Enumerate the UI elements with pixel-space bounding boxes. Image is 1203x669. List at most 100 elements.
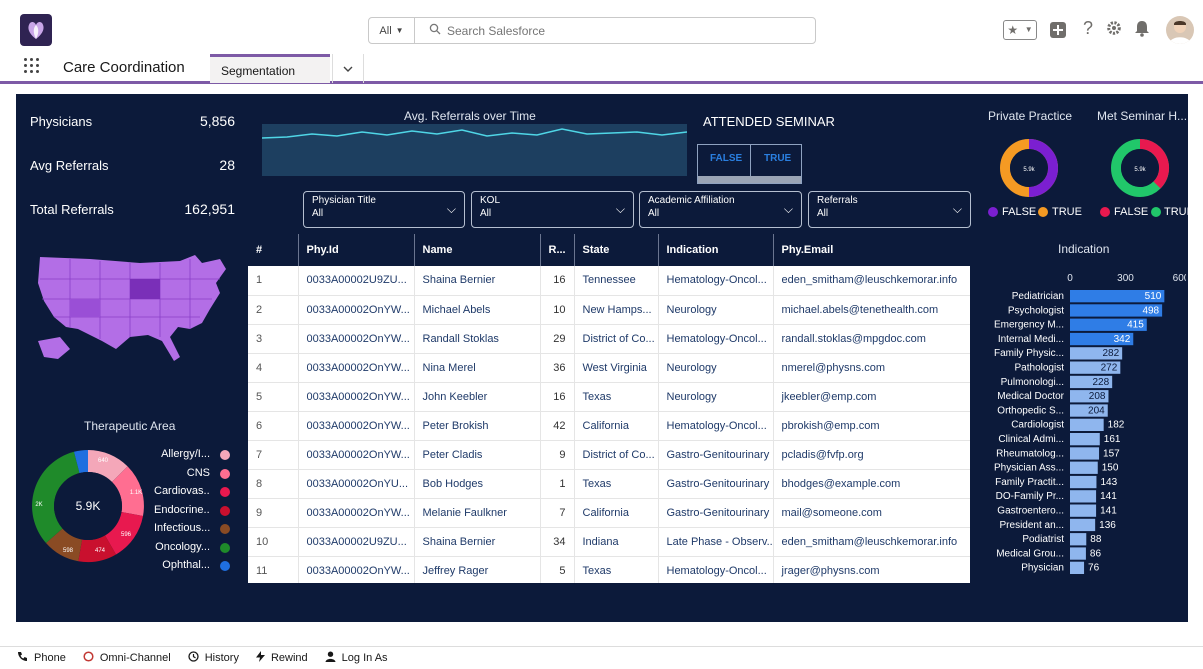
table-row[interactable]: 2 0033A00002OnYW... Michael Abels 10 New Ham… — [248, 295, 970, 325]
table-cell: New Hamps... — [574, 295, 659, 325]
bar[interactable] — [1070, 461, 1098, 474]
attended-seminar-title: ATTENDED SEMINAR — [703, 114, 835, 129]
table-cell: 0033A00002U9ZU... — [298, 527, 415, 557]
kpi-total-referrals-label: Total Referrals — [30, 202, 114, 217]
table-row[interactable]: 1 0033A00002U9ZU... Shaina Bernier 16 Tennes… — [248, 266, 970, 296]
avg-referrals-sparkline[interactable] — [261, 124, 688, 176]
app-logo[interactable] — [20, 14, 52, 46]
table-row[interactable]: 3 0033A00002OnYW... Randall Stoklas 29 Distr… — [248, 324, 970, 354]
seminar-false-option[interactable]: FALSE — [710, 153, 742, 164]
table-row[interactable]: 9 0033A00002OnYW... Melanie Faulkner 7 Calif… — [248, 498, 970, 528]
search-scope-dropdown[interactable]: All ▼ — [369, 18, 415, 43]
column-header[interactable]: State — [574, 234, 659, 266]
donut-center-value: 5.9K — [76, 499, 101, 513]
table-header-row: # Phy.Id Name R... State Indication Phy.Email — [248, 234, 970, 266]
column-header[interactable]: Phy.Id — [298, 234, 415, 266]
category-label: Pediatrician — [1012, 291, 1064, 302]
filter-kol[interactable]: KOL All ⌵ — [471, 191, 634, 228]
bar[interactable] — [1070, 533, 1087, 546]
table-row[interactable]: 8 0033A00002OnYU... Bob Hodges 1 Texas Gastro… — [248, 469, 970, 499]
bar-value-label: 136 — [1099, 520, 1116, 531]
help-icon[interactable]: ? — [1083, 19, 1093, 37]
table-row[interactable]: 11 0033A00002OnYW... Jeffrey Rager 5 Texas He… — [248, 556, 970, 583]
favorites-button[interactable]: ★ ▼ — [1003, 20, 1037, 40]
bar[interactable] — [1070, 433, 1100, 446]
bar[interactable] — [1070, 561, 1085, 574]
table-cell: 42 — [540, 411, 575, 441]
bar[interactable] — [1070, 490, 1097, 503]
table-cell: 36 — [540, 353, 575, 383]
table-row[interactable]: 7 0033A00002OnYW... Peter Cladis 9 District … — [248, 440, 970, 470]
column-header[interactable]: Name — [414, 234, 541, 266]
bar-value-label: 150 — [1102, 463, 1119, 474]
table-row[interactable]: 5 0033A00002OnYW... John Keebler 16 Texas Neu… — [248, 382, 970, 412]
category-label: Physician Ass... — [994, 463, 1064, 474]
met-seminar-donut[interactable]: 5.9k — [1110, 138, 1170, 198]
omni-channel-status-icon — [83, 651, 94, 665]
table-cell: 9 — [248, 498, 299, 528]
column-header[interactable]: Indication — [658, 234, 774, 266]
column-header[interactable]: # — [248, 234, 299, 266]
seminar-true-option[interactable]: TRUE — [764, 153, 791, 164]
table-row[interactable]: 10 0033A00002U9ZU... Shaina Bernier 34 India… — [248, 527, 970, 557]
table-row[interactable]: 4 0033A00002OnYW... Nina Merel 36 West Virgi… — [248, 353, 970, 383]
legend-label: Endocrine... — [154, 503, 210, 516]
utility-phone[interactable]: Phone — [17, 651, 66, 665]
category-label: DO-Family Pr... — [996, 491, 1064, 502]
filter-referrals[interactable]: Referrals All ⌵ — [808, 191, 971, 228]
filter-academic-affiliation[interactable]: Academic Affiliation All ⌵ — [639, 191, 802, 228]
notifications-bell-icon[interactable] — [1134, 20, 1150, 40]
table-cell: Late Phase - Observ... — [658, 527, 774, 557]
table-cell: 16 — [540, 266, 575, 296]
bar[interactable] — [1070, 547, 1086, 560]
chevron-down-icon: ⌵ — [783, 202, 793, 216]
slice-label: 474 — [95, 548, 106, 554]
physician-table[interactable]: # Phy.Id Name R... State Indication Phy.Email … — [248, 234, 970, 583]
table-cell: 8 — [248, 469, 299, 499]
utility-history[interactable]: History — [188, 651, 239, 665]
legend-label: Allergy/I... — [161, 448, 210, 460]
app-name: Care Coordination — [63, 59, 185, 76]
tab-menu-chevron-icon[interactable] — [332, 54, 364, 83]
filter-label: KOL — [480, 195, 501, 206]
filter-value: All — [480, 208, 492, 219]
legend-dot — [1100, 207, 1110, 217]
private-practice-donut[interactable]: 5.9k — [999, 138, 1059, 198]
table-row[interactable]: 6 0033A00002OnYW... Peter Brokish 42 Califor… — [248, 411, 970, 441]
app-nav-bar: Care Coordination Segmentation — [0, 52, 1203, 84]
filter-label: Academic Affiliation — [648, 195, 735, 206]
map-region-dark — [70, 299, 100, 317]
setup-gear-icon[interactable] — [1106, 20, 1122, 39]
utility-log-in-as[interactable]: Log In As — [325, 651, 388, 665]
column-header[interactable]: Phy.Email — [773, 234, 970, 266]
table-cell: jkeebler@emp.com — [773, 382, 970, 412]
donut-center-value: 5.9k — [1134, 167, 1146, 173]
slice-label: 2K — [35, 502, 42, 508]
bar[interactable] — [1070, 447, 1100, 460]
utility-omni-channel[interactable]: Omni-Channel — [83, 651, 171, 665]
bar[interactable] — [1070, 518, 1096, 532]
bar[interactable] — [1070, 504, 1097, 517]
bar[interactable] — [1070, 418, 1104, 431]
us-map-chart[interactable] — [30, 249, 230, 369]
user-avatar[interactable] — [1166, 16, 1194, 44]
bar[interactable] — [1070, 475, 1097, 489]
search-input[interactable] — [447, 23, 807, 38]
tab-segmentation[interactable]: Segmentation — [210, 54, 330, 83]
table-cell: 16 — [540, 382, 575, 412]
seminar-selection-bar — [698, 176, 801, 183]
global-create-button[interactable] — [1050, 22, 1066, 41]
category-label: Podiatrist — [1022, 534, 1064, 545]
table-cell: Texas — [574, 382, 659, 412]
therapeutic-area-donut[interactable]: 5.9K 640 1.1K 596 474 598 2K — [28, 446, 148, 566]
table-cell: John Keebler — [414, 382, 541, 412]
table-cell: michael.abels@tenethealth.com — [773, 295, 970, 325]
column-header[interactable]: R... — [540, 234, 575, 266]
utility-rewind[interactable]: Rewind — [255, 651, 308, 665]
app-launcher-icon[interactable] — [24, 58, 40, 74]
table-cell: 29 — [540, 324, 575, 354]
filter-physician-title[interactable]: Physician Title All ⌵ — [303, 191, 465, 228]
search-scope-label: All — [379, 24, 392, 37]
legend-label: TRUE — [1052, 206, 1082, 218]
indication-bar-chart[interactable]: 0 300 600 Pediatrician 510 Psychologist 498 Eme… — [976, 269, 1186, 579]
